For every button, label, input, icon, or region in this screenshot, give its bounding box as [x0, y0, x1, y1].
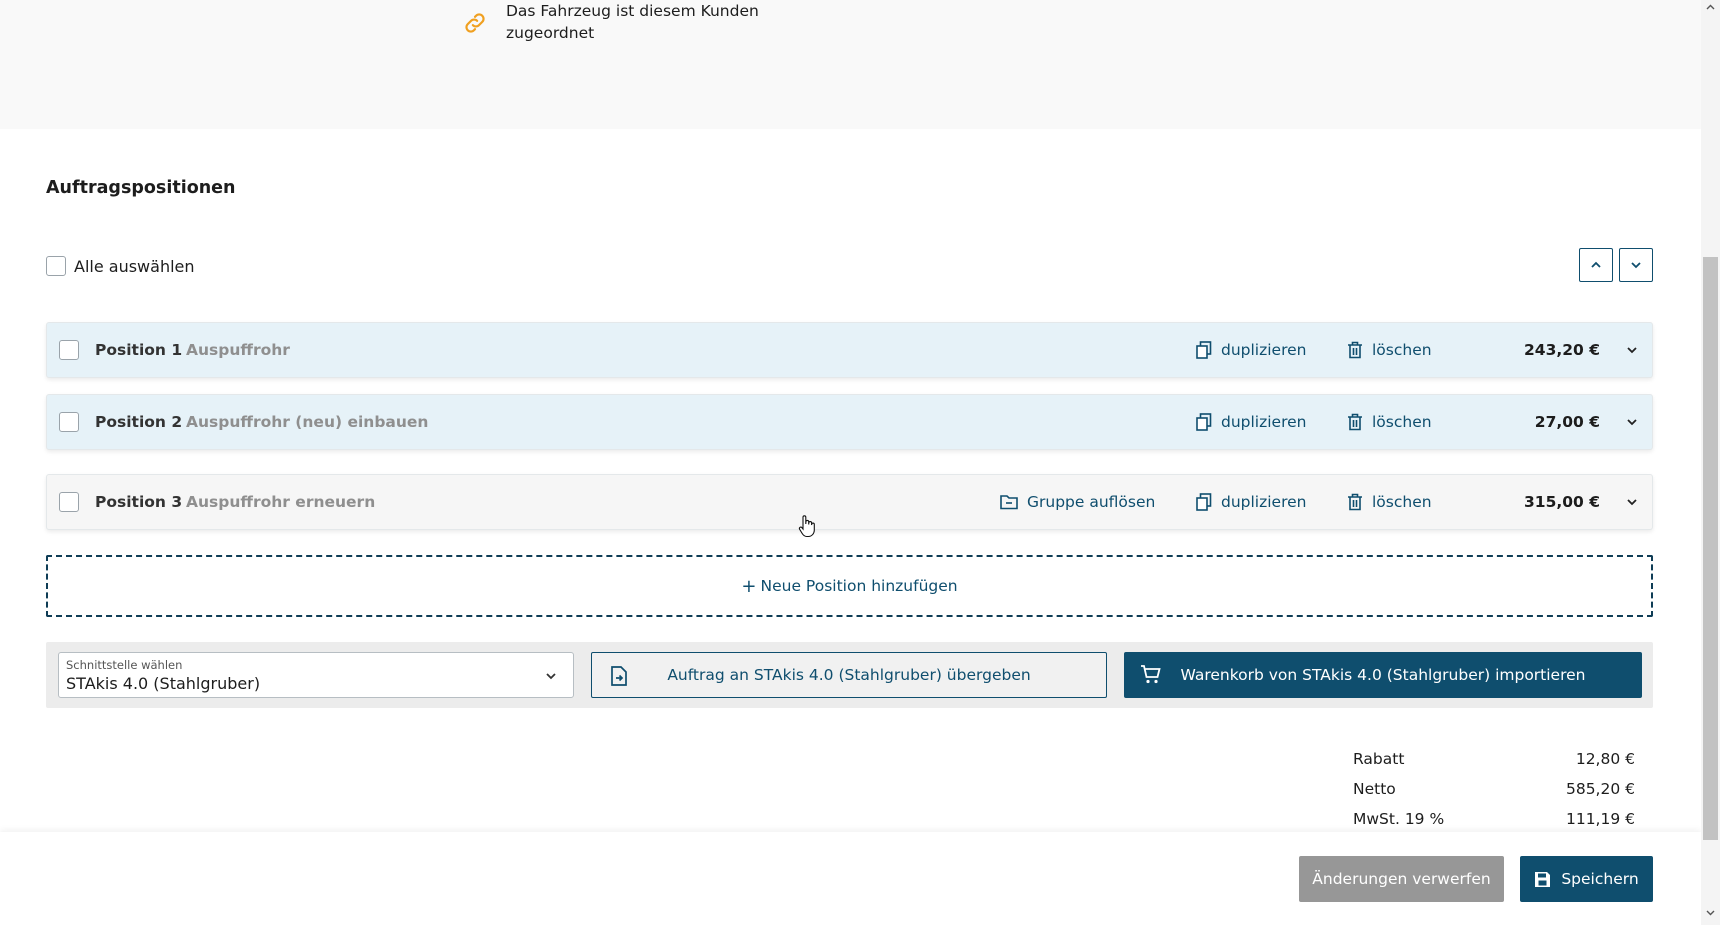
section-title: Auftragspositionen: [46, 178, 236, 198]
duplicate-icon: [1196, 413, 1212, 431]
collapse-all-button[interactable]: [1579, 248, 1613, 282]
delete-label: löschen: [1372, 413, 1432, 431]
document-transfer-icon: [611, 666, 627, 686]
vehicle-link-note: Das Fahrzeug ist diesem Kunden zugeordne…: [462, 0, 766, 44]
vehicle-link-text: Das Fahrzeug ist diesem Kunden zugeordne…: [506, 2, 759, 42]
chevron-down-icon[interactable]: [1624, 342, 1640, 358]
trash-icon: [1348, 413, 1362, 431]
import-cart-button[interactable]: Warenkorb von STAkis 4.0 (Stahlgruber) i…: [1124, 652, 1642, 698]
totals-value: 585,20 €: [1565, 780, 1635, 798]
transfer-order-label: Auftrag an STAkis 4.0 (Stahlgruber) über…: [667, 666, 1031, 684]
delete-label: löschen: [1372, 341, 1432, 359]
delete-label: löschen: [1372, 493, 1432, 511]
chevron-down-icon: [546, 673, 556, 680]
discard-changes-button[interactable]: Änderungen verwerfen: [1299, 856, 1504, 902]
position-row-2[interactable]: Position 2 Auspuffrohr (neu) einbauen du…: [46, 394, 1653, 450]
position-description: Auspuffrohr (neu) einbauen: [186, 413, 429, 431]
scroll-down-icon[interactable]: [1706, 910, 1715, 916]
duplicate-label: duplizieren: [1221, 493, 1307, 511]
position-checkbox[interactable]: [59, 492, 79, 512]
position-label: Position 3: [95, 493, 183, 511]
chevron-down-icon[interactable]: [1624, 494, 1640, 510]
interface-bar: Schnittstelle wählen STAkis 4.0 (Stahlgr…: [46, 642, 1653, 708]
interface-select-value: STAkis 4.0 (Stahlgruber): [66, 674, 261, 693]
position-amount: 27,00 €: [1534, 413, 1600, 431]
folder-icon: [1000, 495, 1018, 510]
position-row-3[interactable]: Position 3 Auspuffrohr erneuern Gruppe a…: [46, 474, 1653, 530]
add-position-label: Neue Position hinzufügen: [760, 577, 958, 595]
select-all-label[interactable]: Alle auswählen: [74, 257, 195, 276]
trash-icon: [1348, 493, 1362, 511]
delete-button[interactable]: löschen: [1347, 493, 1432, 511]
totals-label: Netto: [1353, 780, 1396, 798]
footer-action-bar: Änderungen verwerfen Speichern: [0, 832, 1701, 925]
save-button[interactable]: Speichern: [1520, 856, 1653, 902]
interface-select-label: Schnittstelle wählen: [66, 658, 183, 672]
trash-icon: [1348, 341, 1362, 359]
totals-value: 12,80 €: [1575, 750, 1635, 768]
select-all[interactable]: Alle auswählen: [46, 256, 195, 276]
cart-icon: [1141, 665, 1161, 684]
save-label: Speichern: [1561, 870, 1639, 888]
position-description: Auspuffrohr erneuern: [186, 493, 376, 511]
position-label: Position 2: [95, 413, 183, 431]
position-checkbox[interactable]: [59, 412, 79, 432]
totals-label: Rabatt: [1353, 750, 1405, 768]
save-icon: [1535, 871, 1551, 887]
totals-summary: Rabatt 12,80 € Netto 585,20 € MwSt. 19 %…: [1353, 750, 1635, 840]
duplicate-icon: [1196, 341, 1212, 359]
duplicate-button[interactable]: duplizieren: [1196, 493, 1307, 511]
delete-button[interactable]: löschen: [1347, 341, 1432, 359]
position-checkbox[interactable]: [59, 340, 79, 360]
interface-select[interactable]: Schnittstelle wählen STAkis 4.0 (Stahlgr…: [58, 652, 574, 698]
import-cart-label: Warenkorb von STAkis 4.0 (Stahlgruber) i…: [1180, 666, 1586, 684]
transfer-order-button[interactable]: Auftrag an STAkis 4.0 (Stahlgruber) über…: [591, 652, 1107, 698]
position-description: Auspuffrohr: [186, 341, 290, 359]
position-row-1[interactable]: Position 1 Auspuffrohr duplizieren lösch…: [46, 322, 1653, 378]
duplicate-button[interactable]: duplizieren: [1196, 413, 1307, 431]
duplicate-button[interactable]: duplizieren: [1196, 341, 1307, 359]
add-position-button[interactable]: + Neue Position hinzufügen: [46, 555, 1653, 617]
expand-all-button[interactable]: [1619, 248, 1653, 282]
select-all-checkbox[interactable]: [46, 256, 66, 276]
duplicate-icon: [1196, 493, 1212, 511]
duplicate-label: duplizieren: [1221, 413, 1307, 431]
chevron-up-icon: [1591, 261, 1601, 268]
position-amount: 243,20 €: [1524, 341, 1600, 359]
ungroup-button[interactable]: Gruppe auflösen: [1000, 493, 1155, 511]
chevron-down-icon: [1631, 262, 1641, 269]
delete-button[interactable]: löschen: [1347, 413, 1432, 431]
totals-row-net: Netto 585,20 €: [1353, 780, 1635, 810]
link-icon: [465, 13, 485, 33]
chevron-down-icon[interactable]: [1624, 414, 1640, 430]
ungroup-label: Gruppe auflösen: [1027, 493, 1156, 511]
vehicle-info-band: Das Fahrzeug ist diesem Kunden zugeordne…: [0, 0, 1701, 129]
hand-cursor-icon: [798, 515, 815, 538]
plus-icon: +: [741, 575, 757, 597]
scrollbar-thumb[interactable]: [1703, 257, 1718, 840]
vertical-scrollbar[interactable]: [1701, 0, 1720, 925]
position-amount: 315,00 €: [1524, 493, 1600, 511]
position-label: Position 1: [95, 341, 183, 359]
duplicate-label: duplizieren: [1221, 341, 1307, 359]
totals-row-discount: Rabatt 12,80 €: [1353, 750, 1635, 780]
scroll-up-icon[interactable]: [1706, 4, 1715, 10]
